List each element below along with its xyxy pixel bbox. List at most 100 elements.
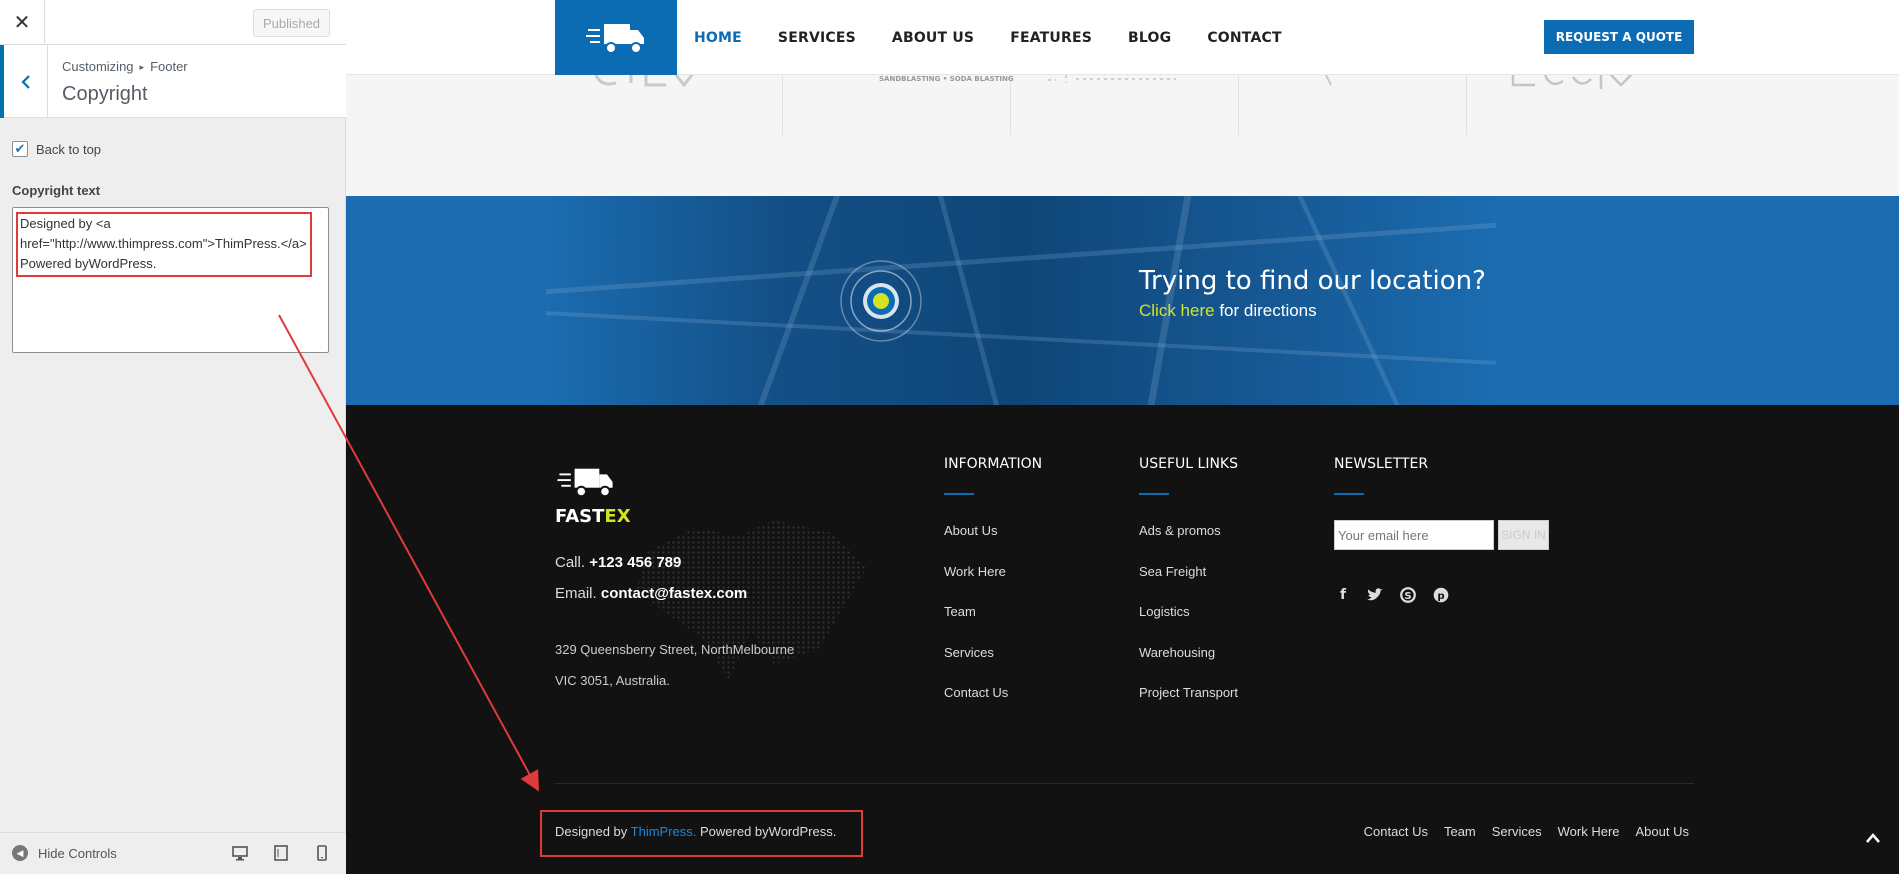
back-button[interactable] [0, 45, 48, 118]
svg-text:p: p [1437, 591, 1444, 602]
nav-features[interactable]: FEATURES [1010, 30, 1092, 46]
map-background [546, 196, 1496, 405]
back-to-top-label: Back to top [36, 141, 102, 157]
partner-divider [1010, 75, 1011, 135]
bottom-link[interactable]: Work Here [1558, 824, 1620, 839]
footer-link[interactable]: Contact Us [944, 685, 1008, 700]
section-header: Customizing ▸ Footer Copyright [0, 45, 346, 118]
site-header: HOME SERVICES ABOUT US FEATURES BLOG CON… [346, 0, 1899, 75]
desktop-icon[interactable] [232, 845, 248, 861]
svg-text:S: S [1404, 591, 1411, 602]
bottom-link[interactable]: Services [1492, 824, 1542, 839]
bottom-link[interactable]: Contact Us [1364, 824, 1428, 839]
footer-email: Email. contact@fastex.com [555, 585, 747, 602]
back-to-top-checkbox[interactable]: ✔ [12, 141, 28, 157]
partner-divider [1238, 75, 1239, 135]
hide-controls-label: Hide Controls [38, 845, 117, 861]
customizer-header: ✕ Published [0, 0, 346, 45]
footer-link[interactable]: Logistics [1139, 604, 1190, 619]
delivery-truck-icon [586, 23, 644, 54]
hide-controls-button[interactable]: ◀ Hide Controls [12, 845, 117, 861]
partner-divider [1466, 75, 1467, 135]
information-title: INFORMATION [944, 456, 1043, 472]
partner-logo-5 [1511, 75, 1632, 89]
pinterest-icon[interactable]: p [1432, 586, 1450, 604]
email-label: Email. [555, 585, 597, 602]
site-logo[interactable] [555, 0, 677, 75]
brand-part: EX [604, 506, 631, 527]
title-underline [1139, 493, 1169, 495]
close-icon: ✕ [13, 12, 31, 34]
nav-services[interactable]: SERVICES [778, 30, 856, 46]
footer-bottom-links: Contact Us Team Services Work Here About… [1348, 824, 1689, 839]
footer-link[interactable]: Team [944, 604, 976, 619]
partner-logo-3 [1048, 75, 1176, 83]
nav-blog[interactable]: BLOG [1128, 30, 1171, 46]
breadcrumb-item: Customizing [62, 59, 134, 74]
skype-icon[interactable]: S [1399, 586, 1417, 604]
main-nav: HOME SERVICES ABOUT US FEATURES BLOG CON… [694, 0, 1318, 75]
chevron-left-icon [20, 74, 30, 89]
partner-divider [782, 75, 783, 135]
partner-logos: SANDBLASTING • SODA BLASTING [346, 75, 1899, 196]
footer-truck-icon [557, 468, 613, 498]
footer-brand: FASTEX [555, 506, 631, 527]
customizer-footer: ◀ Hide Controls [0, 832, 346, 874]
breadcrumb: Customizing ▸ Footer [62, 59, 188, 74]
footer-link[interactable]: Warehousing [1139, 645, 1215, 660]
bottom-link[interactable]: Team [1444, 824, 1476, 839]
partner-logo-2-text: SANDBLASTING • SODA BLASTING [879, 75, 1014, 83]
footer-link[interactable]: About Us [944, 523, 997, 538]
footer-address-line: VIC 3051, Australia. [555, 673, 670, 688]
tablet-icon[interactable] [273, 845, 289, 861]
title-underline [944, 493, 974, 495]
footer-link[interactable]: Project Transport [1139, 685, 1238, 700]
site-footer: FASTEX Call. +123 456 789 Email. contact… [346, 405, 1899, 874]
site-preview: HOME SERVICES ABOUT US FEATURES BLOG CON… [346, 0, 1899, 874]
copyright-text-label: Copyright text [12, 183, 101, 198]
bottom-link[interactable]: About Us [1636, 824, 1689, 839]
collapse-icon: ◀ [12, 845, 28, 861]
email-value[interactable]: contact@fastex.com [601, 585, 747, 602]
nav-home[interactable]: HOME [694, 30, 742, 46]
facebook-icon[interactable]: f [1334, 586, 1352, 604]
publish-button[interactable]: Published [253, 9, 330, 37]
breadcrumb-separator-icon: ▸ [139, 62, 145, 72]
footer-link[interactable]: Sea Freight [1139, 564, 1206, 579]
directions-text: for directions [1214, 301, 1317, 320]
footer-link[interactable]: Services [944, 645, 994, 660]
footer-link[interactable]: Ads & promos [1139, 523, 1221, 538]
nav-about-us[interactable]: ABOUT US [892, 30, 974, 46]
footer-link[interactable]: Work Here [944, 564, 1006, 579]
partner-logo-4 [1325, 75, 1332, 86]
customizer-sidebar: ✕ Published Customizing ▸ Footer Copyright… [0, 0, 346, 874]
request-quote-button[interactable]: REQUEST A QUOTE [1544, 20, 1694, 54]
location-banner: Trying to find our location? Click here … [346, 196, 1899, 405]
annotation-box-copyright [540, 810, 863, 857]
newsletter-email-input[interactable]: Your email here [1334, 520, 1494, 550]
newsletter-title: NEWSLETTER [1334, 456, 1429, 472]
footer-phone: Call. +123 456 789 [555, 554, 681, 571]
location-subtitle: Click here for directions [1139, 301, 1317, 321]
nav-contact[interactable]: CONTACT [1207, 30, 1281, 46]
partner-logo-1 [594, 75, 694, 88]
title-underline [1334, 493, 1364, 495]
annotation-box-textarea [16, 212, 312, 277]
brand-part: FAST [555, 506, 605, 527]
breadcrumb-item: Footer [150, 59, 188, 74]
footer-divider [555, 783, 1694, 784]
section-title: Copyright [62, 83, 148, 105]
back-to-top-icon[interactable] [1865, 832, 1881, 844]
checkmark-icon: ✔ [14, 141, 26, 156]
mobile-icon[interactable] [314, 845, 330, 861]
close-customizer-button[interactable]: ✕ [0, 0, 45, 45]
phone-value[interactable]: +123 456 789 [589, 554, 681, 571]
location-pin-icon [840, 260, 922, 342]
footer-address-line: 329 Queensberry Street, NorthMelbourne [555, 642, 795, 657]
newsletter-sign-in-button[interactable]: SIGN IN [1498, 520, 1549, 550]
location-title: Trying to find our location? [1139, 266, 1486, 296]
phone-label: Call. [555, 554, 586, 571]
twitter-icon[interactable] [1366, 586, 1384, 604]
directions-link[interactable]: Click here [1139, 301, 1215, 320]
back-to-top-control[interactable]: ✔ Back to top [12, 141, 101, 157]
